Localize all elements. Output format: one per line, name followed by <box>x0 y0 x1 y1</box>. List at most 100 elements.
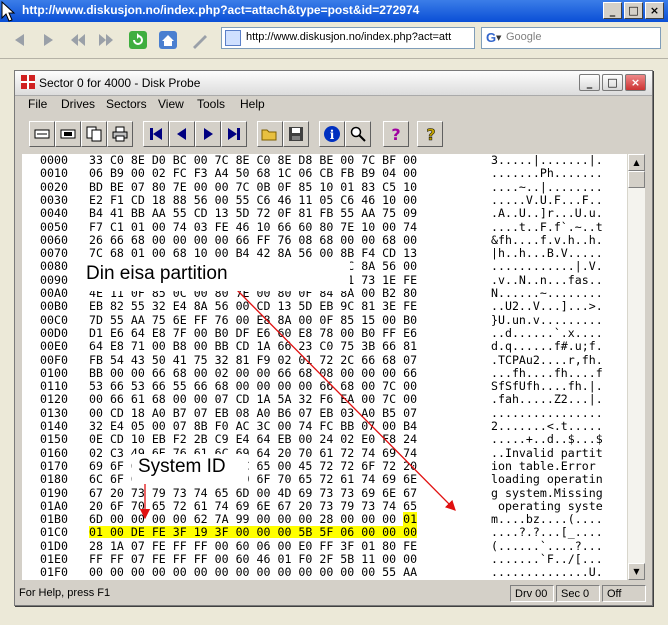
print-button[interactable] <box>107 121 133 147</box>
menu-file[interactable]: File <box>28 97 47 111</box>
app-close-button[interactable]: × <box>625 74 646 91</box>
row-ascii: ....t..F.f`.~..t <box>491 219 603 234</box>
hex-row[interactable]: 0170 69 6F 6E 20 74 61 62 6C 65 00 45 72 … <box>22 460 627 472</box>
row-offset: 0050 <box>40 219 68 234</box>
row-ascii: .......Ph....... <box>491 166 603 181</box>
fast-forward-icon[interactable] <box>96 30 116 50</box>
row-ascii: d.q......f#.u;f. <box>491 339 603 354</box>
row-offset: 01C0 <box>40 525 68 540</box>
scroll-down-icon[interactable]: ▼ <box>628 563 645 580</box>
row-ascii: }U.un.v......... <box>491 312 603 327</box>
status-drive: Drv 00 <box>510 585 554 602</box>
back-icon[interactable] <box>10 30 30 50</box>
row-hex-bytes: 06 B9 00 02 FC F3 A4 50 68 1C 06 CB FB B… <box>89 166 418 181</box>
hex-row[interactable]: 0050 F7 C1 01 00 74 03 FE 46 10 66 60 80 … <box>22 221 627 233</box>
hex-row[interactable]: 0150 0E CD 10 EB F2 2B C9 E4 64 EB 00 24 … <box>22 433 627 445</box>
chevron-down-icon[interactable]: ▼ <box>496 34 501 42</box>
hex-row[interactable]: 0020 BD BE 07 80 7E 00 00 7C 0B 0F 85 10 … <box>22 181 627 193</box>
hex-row[interactable]: 0130 00 CD 18 A0 B7 07 EB 08 A0 B6 07 EB … <box>22 407 627 419</box>
home-icon[interactable] <box>158 30 178 50</box>
help-icon: ? <box>391 125 400 143</box>
maximize-button[interactable]: □ <box>624 2 643 19</box>
close-button[interactable]: × <box>645 2 664 19</box>
hex-row[interactable]: 0100 BB 00 00 66 68 00 02 00 00 66 68 08 … <box>22 367 627 379</box>
menu-sectors[interactable]: Sectors <box>106 97 147 111</box>
hex-row[interactable]: 0040 B4 41 BB AA 55 CD 13 5D 72 0F 81 FB … <box>22 207 627 219</box>
hex-row[interactable]: 0010 06 B9 00 02 FC F3 A4 50 68 1C 06 CB … <box>22 167 627 179</box>
search-box[interactable]: G ▼ Google <box>481 27 661 49</box>
row-ascii: operating syste <box>491 498 603 513</box>
row-hex-bytes: 32 E4 05 00 07 8B F0 AC 3C 00 74 FC BB 0… <box>89 419 418 433</box>
menu-view[interactable]: View <box>158 97 184 111</box>
row-offset: 0130 <box>40 405 68 420</box>
minimize-button[interactable]: _ <box>603 2 622 19</box>
hex-row[interactable]: 00D0 D1 E6 64 E8 7F 00 B0 DF E6 60 E8 78 … <box>22 327 627 339</box>
reload-icon[interactable] <box>128 30 148 50</box>
hex-row[interactable]: 0160 02 C3 49 6E 76 61 6C 69 64 20 70 61 … <box>22 447 627 459</box>
row-offset: 0000 <box>40 154 68 167</box>
menu-drives[interactable]: Drives <box>61 97 95 111</box>
row-ascii: .....V.U.F...F.. <box>491 192 603 207</box>
vertical-scrollbar[interactable]: ▲ ▼ <box>627 154 645 580</box>
write-sectors-button[interactable] <box>55 121 81 147</box>
menu-help[interactable]: Help <box>240 97 265 111</box>
row-hex-bytes: 20 6F 70 65 72 61 74 69 6E 67 20 73 79 7… <box>89 498 418 513</box>
info-button[interactable]: i <box>319 121 345 147</box>
hex-row[interactable]: 0110 53 66 53 66 55 66 68 00 00 00 00 66 … <box>22 380 627 392</box>
row-ascii: ..Invalid partit <box>491 445 603 460</box>
hex-row[interactable]: 0060 26 66 68 00 00 00 00 66 FF 76 08 68 … <box>22 234 627 246</box>
context-help-button[interactable]: ? <box>417 121 443 147</box>
scroll-thumb[interactable] <box>628 171 645 188</box>
hex-row[interactable]: 0190 67 20 73 79 73 74 65 6D 00 4D 69 73 … <box>22 487 627 499</box>
app-minimize-button[interactable]: _ <box>579 74 600 91</box>
hex-row[interactable]: 00E0 64 E8 71 00 B8 00 BB CD 1A 66 23 C0 … <box>22 340 627 352</box>
hex-row[interactable]: 01D0 28 1A 07 FE FF FF 00 60 06 00 E0 FF … <box>22 540 627 552</box>
find-button[interactable] <box>345 121 371 147</box>
row-ascii: ..U2..V...]...>. <box>491 299 603 314</box>
row-offset: 0150 <box>40 432 68 447</box>
hex-row[interactable]: 01F0 00 00 00 00 00 00 00 00 00 00 00 00 … <box>22 566 627 578</box>
hex-row[interactable]: 01B0 6D 00 00 00 00 62 7A 99 00 00 00 28 … <box>22 512 627 527</box>
help-button[interactable]: ? <box>383 121 409 147</box>
system-id-callout: System ID <box>132 454 248 484</box>
scroll-up-icon[interactable]: ▲ <box>628 154 645 171</box>
hex-row[interactable]: 00F0 FB 54 43 50 41 75 32 81 F9 02 01 72 … <box>22 354 627 366</box>
row-ascii: ....?.?...[_.... <box>491 525 603 540</box>
hex-row[interactable]: 0070 7C 68 01 00 68 10 00 B4 42 8A 56 00 … <box>22 247 627 259</box>
rewind-icon[interactable] <box>68 30 88 50</box>
row-ascii: 2.......<.t..... <box>491 419 603 433</box>
hex-row[interactable]: 01A0 20 6F 70 65 72 61 74 69 6E 67 20 73 … <box>22 500 627 512</box>
copy-button[interactable] <box>81 121 107 147</box>
next-sector-button[interactable] <box>195 121 221 147</box>
row-hex-bytes: 00 66 61 68 00 00 07 CD 1A 5A 32 F6 EA 0… <box>89 392 418 407</box>
hex-row[interactable]: 0140 32 E4 05 00 07 8B F0 AC 3C 00 74 FC … <box>22 420 627 432</box>
hex-row[interactable]: 00B0 EB 82 55 32 E4 8A 56 00 CD 13 5D EB … <box>22 300 627 312</box>
row-offset: 0170 <box>40 458 68 473</box>
row-hex-bytes: 67 20 73 79 73 74 65 6D 00 4D 69 73 73 6… <box>89 485 418 500</box>
minimize-icon: _ <box>586 76 593 89</box>
save-button[interactable] <box>283 121 309 147</box>
forward-icon[interactable] <box>38 30 58 50</box>
toolbar: i ? ? <box>21 119 643 151</box>
first-sector-button[interactable] <box>143 121 169 147</box>
hex-row[interactable]: 00C0 7D 55 AA 75 6E FF 76 00 E8 8A 00 0F … <box>22 314 627 326</box>
previous-sector-button[interactable] <box>169 121 195 147</box>
status-sector: Sec 0 <box>556 585 600 602</box>
hex-row[interactable]: 0180 6C 6F 61 64 69 6E 67 20 6F 70 65 72 … <box>22 473 627 485</box>
hex-row[interactable]: 01C0 01 00 DE FE 3F 19 3F 00 00 00 5B 5F … <box>22 525 627 540</box>
bookmark-pen-icon[interactable] <box>190 30 210 50</box>
hex-row[interactable]: 0000 33 C0 8E D0 BC 00 7C 8E C0 8E D8 BE … <box>22 154 627 166</box>
row-offset: 00B0 <box>40 299 68 314</box>
address-bar[interactable]: http://www.diskusjon.no/index.php?act=at… <box>221 27 475 49</box>
row-offset: 01A0 <box>40 498 68 513</box>
hex-row[interactable]: 01E0 FF FF 07 FE FF FF 00 60 46 01 F0 2F … <box>22 553 627 565</box>
menu-tools[interactable]: Tools <box>197 97 225 111</box>
row-offset: 0070 <box>40 246 68 261</box>
open-button[interactable] <box>257 121 283 147</box>
hex-view[interactable]: 0000 33 C0 8E D0 BC 00 7C 8E C0 8E D8 BE … <box>22 154 627 580</box>
app-maximize-button[interactable]: □ <box>602 74 623 91</box>
last-sector-button[interactable] <box>221 121 247 147</box>
read-sectors-button[interactable] <box>29 121 55 147</box>
hex-row[interactable]: 0030 E2 F1 CD 18 88 56 00 55 C6 46 11 05 … <box>22 194 627 206</box>
hex-row[interactable]: 0120 00 66 61 68 00 00 07 CD 1A 5A 32 F6 … <box>22 393 627 405</box>
